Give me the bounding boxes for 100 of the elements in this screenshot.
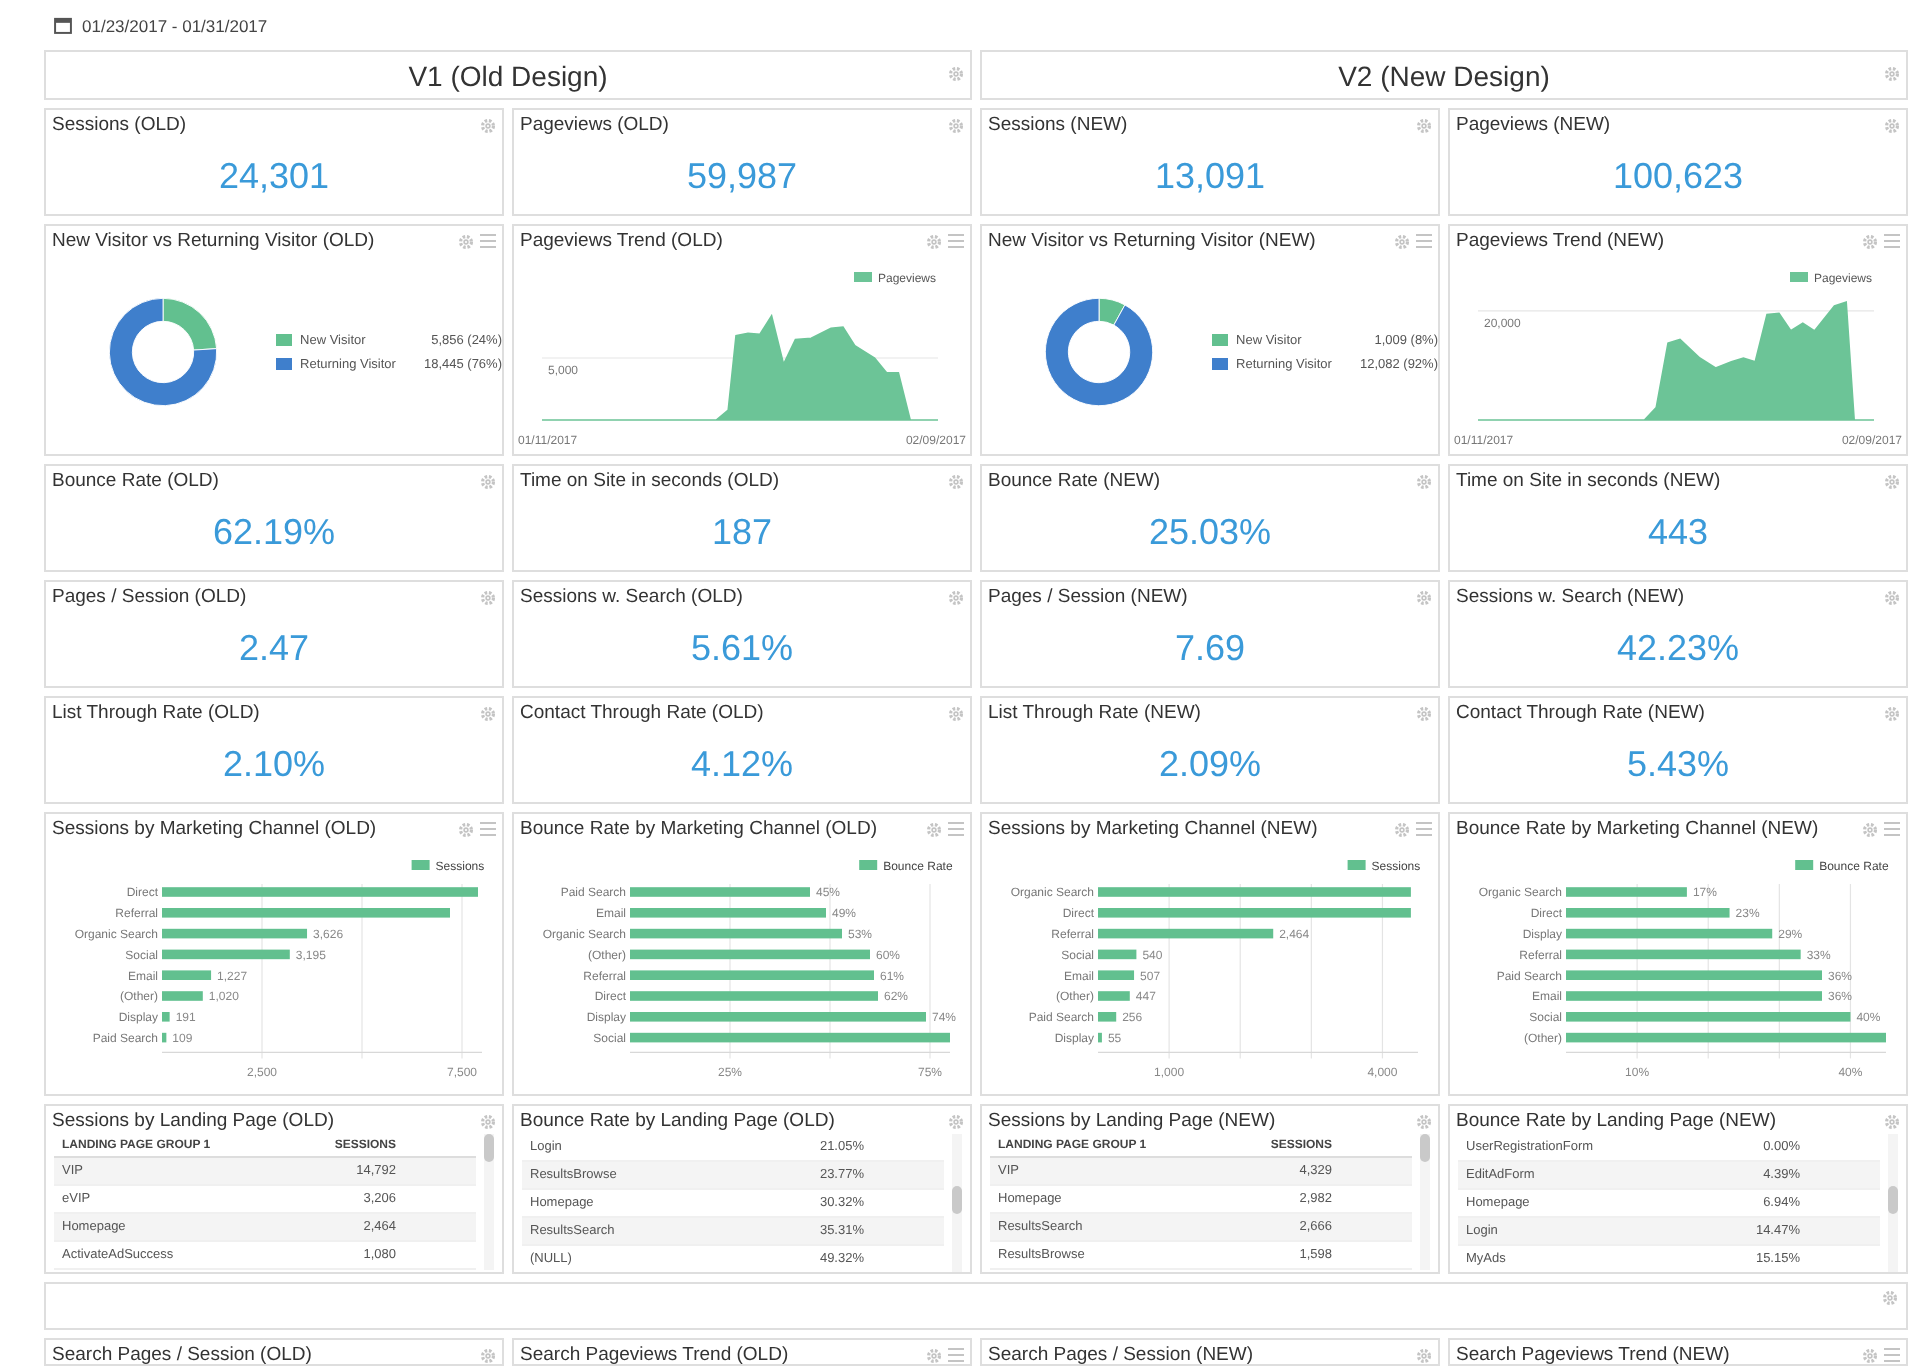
settings-icon[interactable] [1884, 705, 1900, 721]
widget-title: Bounce Rate by Landing Page (OLD) [520, 1110, 837, 1132]
settings-icon[interactable] [948, 1113, 964, 1129]
settings-icon[interactable] [948, 66, 964, 82]
widget-title: Pageviews Trend (NEW) [1456, 230, 1667, 252]
menu-icon[interactable] [1884, 1348, 1900, 1362]
metric-value: 42.23% [1616, 628, 1740, 670]
widget-title: Bounce Rate (OLD) [52, 470, 221, 492]
menu-icon[interactable] [1416, 234, 1432, 248]
section-title: V2 (New Design) [1336, 58, 1552, 96]
menu-icon[interactable] [948, 822, 964, 836]
metric-value: 5.61% [690, 628, 794, 670]
menu-icon[interactable] [1884, 822, 1900, 836]
scrollbar-thumb[interactable] [1420, 1134, 1430, 1162]
settings-icon[interactable] [480, 1113, 496, 1129]
settings-icon[interactable] [1884, 473, 1900, 489]
widget-title: Sessions by Marketing Channel (NEW) [988, 818, 1320, 840]
widget-title: Bounce Rate by Marketing Channel (OLD) [520, 818, 879, 840]
settings-icon[interactable] [480, 473, 496, 489]
widget-title: Sessions by Landing Page (OLD) [52, 1110, 336, 1132]
widget-title: Sessions by Marketing Channel (OLD) [52, 818, 379, 840]
settings-icon[interactable] [1862, 233, 1878, 249]
settings-icon[interactable] [926, 1347, 942, 1363]
metric-value: 187 [711, 512, 773, 554]
widget-title: Bounce Rate (NEW) [988, 470, 1163, 492]
settings-icon[interactable] [948, 705, 964, 721]
widget-title: List Through Rate (OLD) [52, 702, 262, 724]
menu-icon[interactable] [480, 234, 496, 248]
settings-icon[interactable] [1862, 821, 1878, 837]
widget-title: Contact Through Rate (NEW) [1456, 702, 1707, 724]
widget-title: Time on Site in seconds (OLD) [520, 470, 782, 492]
settings-icon[interactable] [1416, 1113, 1432, 1129]
metric-value: 59,987 [686, 156, 798, 198]
metric-value: 62.19% [212, 512, 336, 554]
settings-icon[interactable] [948, 117, 964, 133]
settings-icon[interactable] [458, 233, 474, 249]
widget-title: Search Pages / Session (NEW) [988, 1344, 1256, 1364]
settings-icon[interactable] [1884, 66, 1900, 82]
settings-icon[interactable] [926, 821, 942, 837]
widget-title: Bounce Rate by Landing Page (NEW) [1456, 1110, 1779, 1132]
settings-icon[interactable] [1884, 117, 1900, 133]
widget-title: Search Pageviews Trend (NEW) [1456, 1344, 1732, 1364]
menu-icon[interactable] [1416, 822, 1432, 836]
widget-title: New Visitor vs Returning Visitor (OLD) [52, 230, 377, 252]
widget-title: Sessions by Landing Page (NEW) [988, 1110, 1278, 1132]
settings-icon[interactable] [1416, 117, 1432, 133]
settings-icon[interactable] [926, 233, 942, 249]
metric-value: 2.47 [238, 628, 310, 670]
settings-icon[interactable] [458, 821, 474, 837]
widget-title: Sessions (NEW) [988, 114, 1130, 136]
widget-title: Bounce Rate by Marketing Channel (NEW) [1456, 818, 1821, 840]
settings-icon[interactable] [1394, 233, 1410, 249]
widget-title: Pageviews (NEW) [1456, 114, 1613, 136]
metric-value: 25.03% [1148, 512, 1272, 554]
metric-value: 5.43% [1626, 744, 1730, 786]
settings-icon[interactable] [480, 705, 496, 721]
settings-icon[interactable] [1862, 1347, 1878, 1363]
settings-icon[interactable] [1882, 1290, 1898, 1306]
settings-icon[interactable] [1884, 589, 1900, 605]
metric-value: 2.10% [222, 744, 326, 786]
widget-title: Sessions w. Search (OLD) [520, 586, 745, 608]
settings-icon[interactable] [948, 589, 964, 605]
date-range[interactable]: 01/23/2017 - 01/31/2017 [82, 15, 268, 35]
settings-icon[interactable] [948, 473, 964, 489]
metric-value: 7.69 [1174, 628, 1246, 670]
scrollbar-thumb[interactable] [484, 1134, 494, 1162]
widget-title: Search Pages / Session (OLD) [52, 1344, 314, 1364]
calendar-icon[interactable] [54, 16, 72, 34]
metric-value: 100,623 [1612, 156, 1744, 198]
menu-icon[interactable] [1884, 234, 1900, 248]
settings-icon[interactable] [1416, 589, 1432, 605]
metric-value: 4.12% [690, 744, 794, 786]
widget-title: Pages / Session (OLD) [52, 586, 249, 608]
settings-icon[interactable] [1416, 473, 1432, 489]
metric-value: 13,091 [1154, 156, 1266, 198]
settings-icon[interactable] [1416, 1347, 1432, 1363]
menu-icon[interactable] [480, 822, 496, 836]
settings-icon[interactable] [1884, 1113, 1900, 1129]
widget-title: Pageviews (OLD) [520, 114, 671, 136]
menu-icon[interactable] [948, 1348, 964, 1362]
section-title: V1 (Old Design) [406, 58, 610, 96]
settings-icon[interactable] [480, 117, 496, 133]
widget-title: Search Pageviews Trend (OLD) [520, 1344, 791, 1364]
widget-title: Pages / Session (NEW) [988, 586, 1190, 608]
widget-title: Sessions (OLD) [52, 114, 189, 136]
widget-title: New Visitor vs Returning Visitor (NEW) [988, 230, 1318, 252]
widget-title: Contact Through Rate (OLD) [520, 702, 766, 724]
widget-title: List Through Rate (NEW) [988, 702, 1203, 724]
menu-icon[interactable] [948, 234, 964, 248]
metric-value: 2.09% [1158, 744, 1262, 786]
metric-value: 24,301 [218, 156, 330, 198]
widget-title: Pageviews Trend (OLD) [520, 230, 725, 252]
scrollbar-thumb[interactable] [952, 1186, 962, 1214]
settings-icon[interactable] [1416, 705, 1432, 721]
widget-title: Time on Site in seconds (NEW) [1456, 470, 1723, 492]
metric-value: 443 [1647, 512, 1709, 554]
scrollbar-thumb[interactable] [1888, 1186, 1898, 1214]
settings-icon[interactable] [480, 1347, 496, 1363]
settings-icon[interactable] [1394, 821, 1410, 837]
settings-icon[interactable] [480, 589, 496, 605]
